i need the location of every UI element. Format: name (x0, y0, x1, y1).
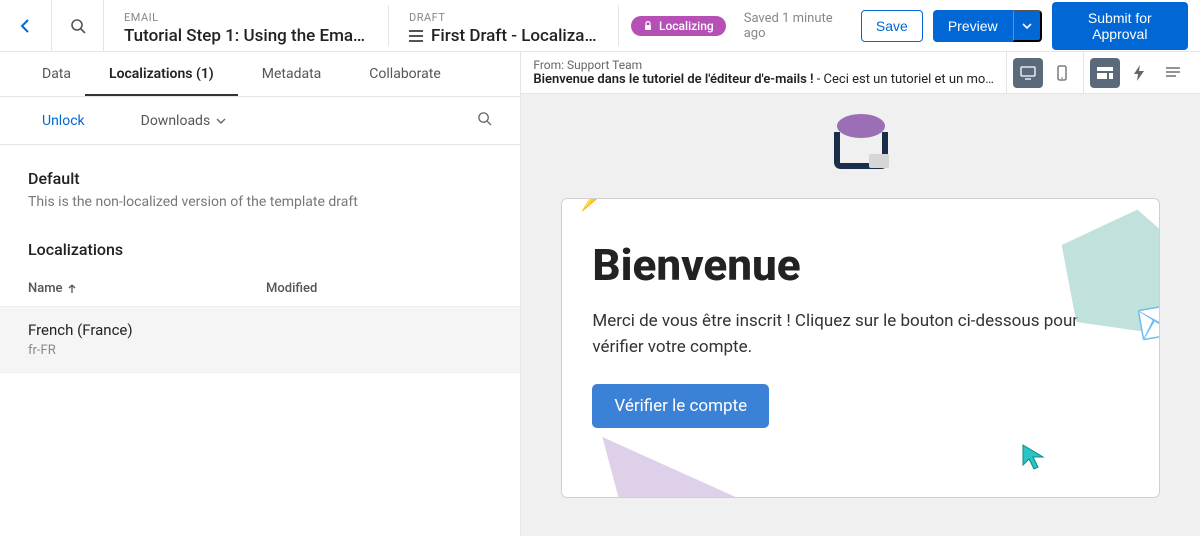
search-icon (70, 18, 86, 34)
tabs: Data Localizations (1) Metadata Collabor… (0, 52, 520, 97)
amp-view-button[interactable] (1124, 58, 1154, 88)
mode-group (1083, 52, 1194, 94)
subject-bold: Bienvenue dans le tutoriel de l'éditeur … (533, 72, 813, 87)
right-panel: From: Support Team Bienvenue dans le tut… (521, 52, 1200, 536)
default-desc: This is the non-localized version of the… (28, 194, 492, 210)
status-chip: Localizing (631, 16, 726, 36)
chevron-down-icon (216, 116, 226, 126)
tab-collaborate[interactable]: Collaborate (345, 52, 464, 96)
default-title: Default (28, 169, 492, 188)
search-button[interactable] (52, 0, 104, 52)
menu-icon (409, 30, 423, 42)
mobile-icon (1057, 65, 1067, 81)
localizations-heading: Localizations (28, 240, 492, 259)
back-button[interactable] (0, 0, 52, 52)
bolt-decoration-icon: ⚡ (574, 198, 609, 212)
localization-section: Default This is the non-localized versio… (0, 145, 520, 373)
subbar: Unlock Downloads (0, 97, 520, 145)
downloads-dropdown[interactable]: Downloads (141, 113, 227, 129)
device-group (1006, 52, 1083, 94)
col-modified-header[interactable]: Modified (266, 281, 492, 296)
preview-canvas: ⚡ ✉️ Bienvenue Merci de vous être inscri… (521, 94, 1200, 536)
from-value: Support Team (567, 58, 642, 72)
breadcrumb-draft[interactable]: DRAFT First Draft - Localizations (389, 5, 619, 46)
subject-line: Bienvenue dans le tutoriel de l'éditeur … (533, 72, 994, 87)
breadcrumb-email-label: EMAIL (124, 11, 368, 24)
sort-asc-icon (67, 284, 77, 294)
top-bar: EMAIL Tutorial Step 1: Using the Email B… (0, 0, 1200, 52)
desktop-view-button[interactable] (1013, 58, 1043, 88)
search-icon (477, 111, 492, 126)
envelope-decoration-icon: ✉️ (1133, 294, 1160, 351)
breadcrumb-draft-label: DRAFT (409, 11, 598, 24)
localization-name: French (France) (28, 321, 492, 339)
chevron-down-icon (1022, 21, 1032, 31)
unlock-link[interactable]: Unlock (28, 113, 85, 129)
chevron-left-icon (18, 18, 34, 34)
tab-data[interactable]: Data (28, 52, 85, 96)
col-name-header[interactable]: Name (28, 281, 266, 296)
submit-button[interactable]: Submit for Approval (1052, 2, 1188, 50)
hero-envelope-icon (821, 114, 901, 174)
preview-dropdown[interactable] (1013, 10, 1042, 42)
table-header: Name Modified (28, 273, 492, 306)
top-right: Localizing Saved 1 minute ago Save Previ… (619, 0, 1200, 51)
lightning-icon (1134, 65, 1144, 81)
downloads-label: Downloads (141, 113, 211, 129)
email-paragraph: Merci de vous être inscrit ! Cliquez sur… (592, 309, 1082, 360)
preview-header: From: Support Team Bienvenue dans le tut… (521, 52, 1200, 94)
tab-metadata[interactable]: Metadata (238, 52, 346, 96)
localization-row[interactable]: French (France) fr-FR (0, 306, 520, 373)
mobile-view-button[interactable] (1047, 58, 1077, 88)
verify-button[interactable]: Vérifier le compte (592, 384, 769, 428)
subject-rest: - Ceci est un tutoriel et un mo… (814, 72, 995, 87)
from-line: From: Support Team (533, 58, 994, 72)
triangle-decoration (602, 437, 762, 498)
breadcrumb-email-title: Tutorial Step 1: Using the Email B… (124, 26, 368, 46)
cursor-decoration-icon (1021, 443, 1049, 475)
text-lines-icon (1166, 67, 1180, 79)
lock-icon (643, 21, 653, 31)
main: Data Localizations (1) Metadata Collabor… (0, 52, 1200, 536)
localization-code: fr-FR (28, 343, 492, 358)
top-left: EMAIL Tutorial Step 1: Using the Email B… (0, 0, 619, 51)
email-heading: Bienvenue (592, 239, 1129, 291)
email-card: ⚡ ✉️ Bienvenue Merci de vous être inscri… (561, 198, 1160, 498)
status-chip-label: Localizing (659, 19, 714, 33)
breadcrumb-email[interactable]: EMAIL Tutorial Step 1: Using the Email B… (104, 5, 389, 46)
tab-localizations[interactable]: Localizations (1) (85, 52, 238, 96)
preview-button[interactable]: Preview (933, 10, 1013, 42)
desktop-icon (1020, 66, 1036, 80)
layout-icon (1097, 67, 1113, 79)
preview-tools (1006, 52, 1200, 94)
breadcrumb-draft-title: First Draft - Localizations (431, 26, 598, 46)
saved-text: Saved 1 minute ago (744, 11, 843, 41)
panel-search-button[interactable] (477, 111, 492, 130)
text-view-button[interactable] (1158, 58, 1188, 88)
preview-button-group: Preview (933, 10, 1042, 42)
save-button[interactable]: Save (861, 10, 923, 42)
left-panel: Data Localizations (1) Metadata Collabor… (0, 52, 521, 536)
preview-meta: From: Support Team Bienvenue dans le tut… (521, 54, 1006, 91)
from-label: From: (533, 58, 564, 72)
col-name-label: Name (28, 281, 63, 296)
layout-view-button[interactable] (1090, 58, 1120, 88)
